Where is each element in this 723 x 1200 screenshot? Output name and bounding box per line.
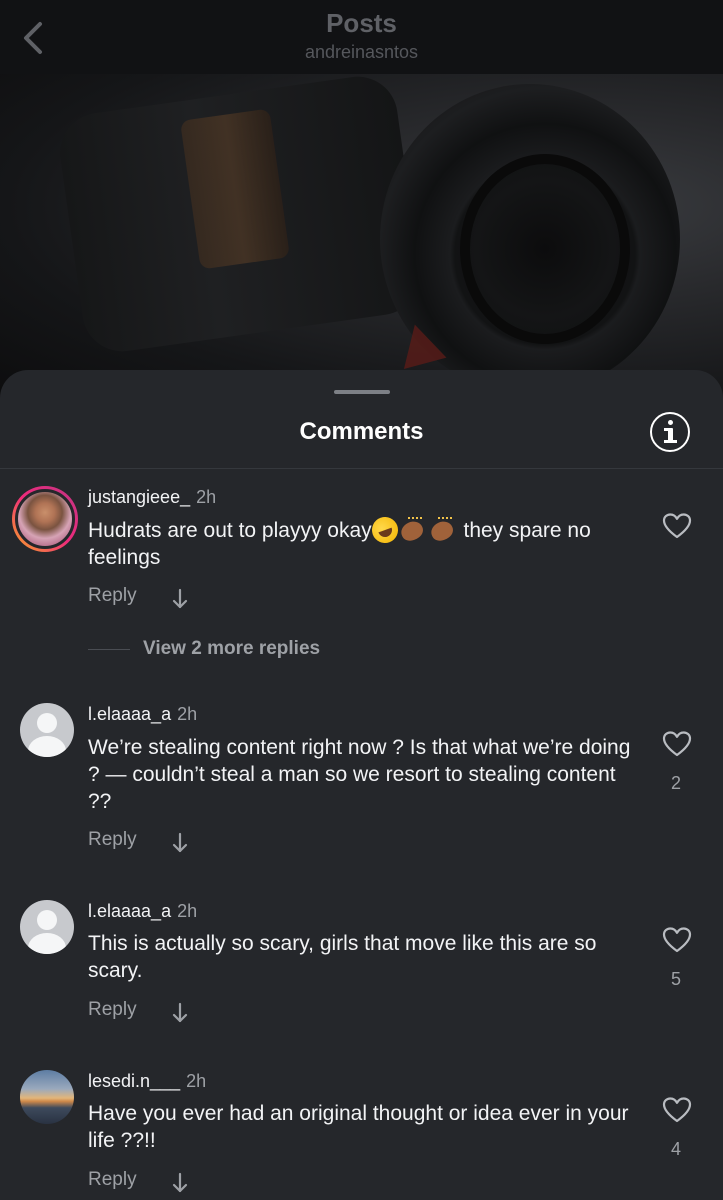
heart-icon[interactable] [662,1096,692,1124]
comments-sheet: Comments justangieee_ 2h Hudrats are out … [0,370,723,1200]
avatar[interactable] [20,1070,74,1124]
avatar[interactable] [12,486,78,552]
like-count: 4 [670,1139,681,1159]
comment-text: Have you ever had an original thought or… [88,1102,629,1152]
page-title: Posts [326,8,397,38]
sheet-grabber[interactable] [334,390,390,394]
reply-button[interactable]: Reply [88,999,137,1021]
arrow-down-icon[interactable] [170,587,190,611]
comment-text: We’re stealing content right now ? Is th… [88,736,631,813]
arrow-down-icon[interactable] [170,1171,190,1195]
comment-time: 2h [177,901,198,921]
avatar[interactable] [20,703,74,757]
top-bar: Posts andreinasntos [0,0,723,74]
post-media [0,74,723,404]
comment-username[interactable]: justangieee_ 2h [88,487,216,508]
replies-divider-line [88,649,130,650]
comment-time: 2h [177,704,198,724]
info-button[interactable] [650,412,690,452]
comment-text: Hudrats are out to playyy okay they spar… [88,513,633,571]
arrow-down-icon[interactable] [170,1001,190,1025]
divider [0,468,723,469]
clapping-hands-emoji-icon [428,517,458,543]
sheet-title: Comments [299,418,424,445]
heart-icon[interactable] [662,730,692,758]
arrow-down-icon[interactable] [170,831,190,855]
heart-icon[interactable] [662,926,692,954]
view-more-replies-button[interactable]: View 2 more replies [143,638,320,660]
media-shape [460,154,630,344]
avatar[interactable] [20,900,74,954]
reply-button[interactable]: Reply [88,829,137,851]
heart-icon[interactable] [662,512,692,540]
clapping-hands-emoji-icon [398,517,428,543]
rolling-laughing-emoji-icon [367,513,402,547]
comment-time: 2h [196,487,217,507]
like-count: 5 [670,969,681,989]
comment-time: 2h [186,1071,207,1091]
comment-text: This is actually so scary, girls that mo… [88,932,597,982]
comment-username[interactable]: lesedi.n___ 2h [88,1071,206,1092]
like-count: 2 [670,773,681,793]
reply-button[interactable]: Reply [88,585,137,607]
comment-username[interactable]: l.elaaaa_a 2h [88,704,197,725]
page-subtitle: andreinasntos [304,42,419,62]
reply-button[interactable]: Reply [88,1169,137,1191]
comment-username[interactable]: l.elaaaa_a 2h [88,901,197,922]
